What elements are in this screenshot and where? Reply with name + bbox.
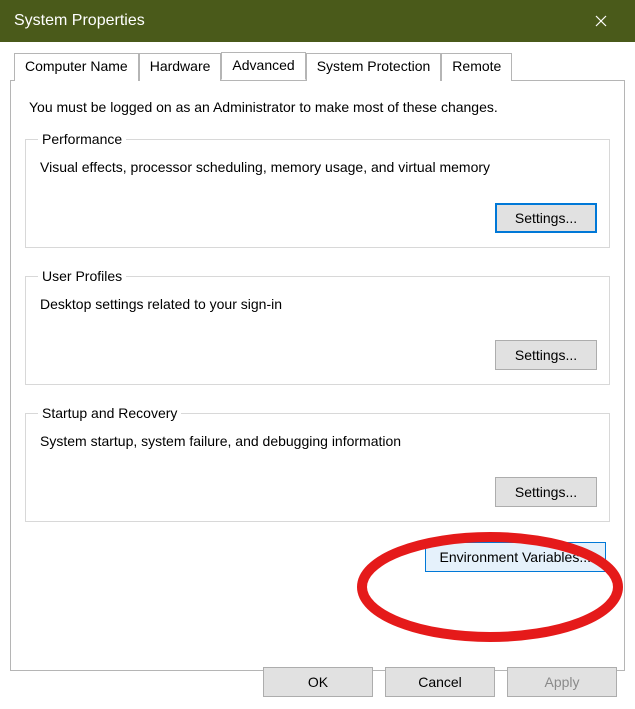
close-button[interactable] xyxy=(581,0,621,42)
titlebar: System Properties xyxy=(0,0,635,42)
tab-advanced[interactable]: Advanced xyxy=(221,52,305,80)
user-profiles-group: User Profiles Desktop settings related t… xyxy=(25,268,610,385)
startup-legend: Startup and Recovery xyxy=(38,405,181,421)
performance-group: Performance Visual effects, processor sc… xyxy=(25,131,610,248)
performance-legend: Performance xyxy=(38,131,126,147)
tab-computer-name[interactable]: Computer Name xyxy=(14,53,139,81)
advanced-panel: You must be logged on as an Administrato… xyxy=(10,81,625,671)
tab-remote[interactable]: Remote xyxy=(441,53,512,81)
dialog-content: Computer Name Hardware Advanced System P… xyxy=(0,42,635,671)
startup-settings-button[interactable]: Settings... xyxy=(495,477,597,507)
ok-button[interactable]: OK xyxy=(263,667,373,697)
user-profiles-settings-button[interactable]: Settings... xyxy=(495,340,597,370)
dialog-button-row: OK Cancel Apply xyxy=(263,667,617,697)
cancel-button[interactable]: Cancel xyxy=(385,667,495,697)
apply-button[interactable]: Apply xyxy=(507,667,617,697)
user-profiles-desc: Desktop settings related to your sign-in xyxy=(40,296,597,312)
performance-settings-button[interactable]: Settings... xyxy=(495,203,597,233)
window-title: System Properties xyxy=(14,12,581,30)
intro-text: You must be logged on as an Administrato… xyxy=(29,99,610,115)
user-profiles-legend: User Profiles xyxy=(38,268,126,284)
startup-group: Startup and Recovery System startup, sys… xyxy=(25,405,610,522)
environment-variables-button[interactable]: Environment Variables... xyxy=(425,542,606,572)
tab-system-protection[interactable]: System Protection xyxy=(306,53,442,81)
close-icon xyxy=(595,15,607,27)
tab-hardware[interactable]: Hardware xyxy=(139,53,222,81)
performance-desc: Visual effects, processor scheduling, me… xyxy=(40,159,597,175)
tab-strip: Computer Name Hardware Advanced System P… xyxy=(10,52,625,81)
startup-desc: System startup, system failure, and debu… xyxy=(40,433,597,449)
